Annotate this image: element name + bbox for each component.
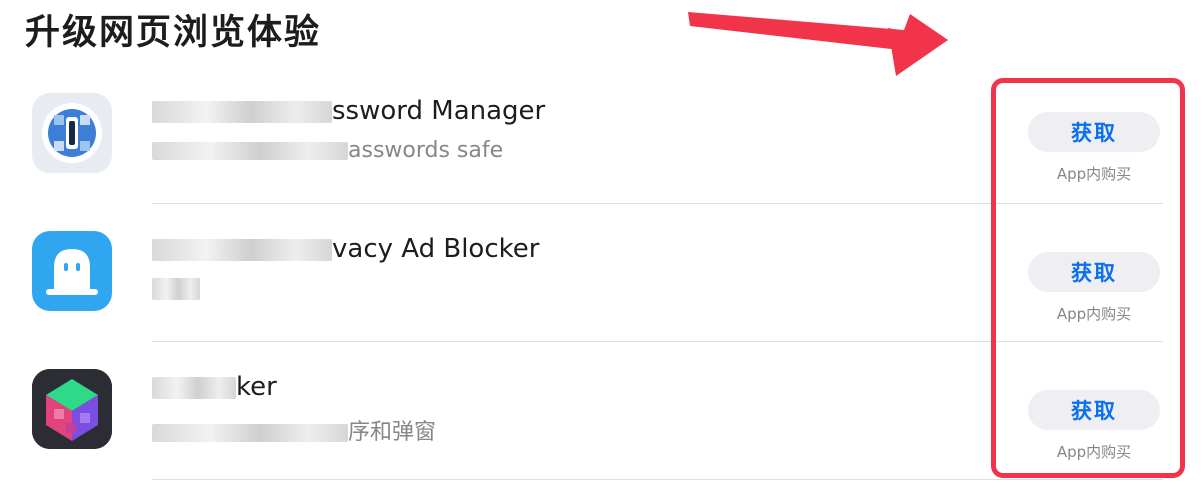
row-divider (152, 479, 1163, 480)
in-app-purchase-label: App内购买 (1056, 443, 1132, 461)
password-manager-app-icon[interactable] (32, 93, 112, 173)
redacted-text (152, 142, 348, 160)
redacted-text (152, 424, 348, 442)
app-name-text: ker (236, 372, 277, 402)
app-row[interactable]: vacy Ad Blocker 获取 App内购买 (0, 204, 1203, 342)
in-app-purchase-label: App内购买 (1056, 305, 1132, 323)
app-subtitle (152, 276, 200, 301)
redacted-text (152, 278, 200, 300)
app-subtitle: 序和弹窗 (152, 414, 436, 446)
app-subtitle: asswords safe (152, 138, 503, 163)
ghost-ad-blocker-app-icon[interactable] (32, 231, 112, 311)
app-subtitle-text: 序和弹窗 (348, 420, 437, 445)
app-row[interactable]: ker 序和弹窗 获取 App内购买 (0, 342, 1203, 480)
blocker-app-icon[interactable] (32, 369, 112, 449)
app-subtitle-text: asswords safe (348, 138, 504, 163)
get-button[interactable]: 获取 (1028, 390, 1160, 430)
app-name: ker (152, 372, 277, 402)
app-row[interactable]: ssword Manager asswords safe 获取 App内购买 (0, 66, 1203, 204)
app-name: ssword Manager (152, 96, 545, 126)
get-button[interactable]: 获取 (1028, 252, 1160, 292)
app-list: ssword Manager asswords safe 获取 App内购买 v… (0, 66, 1203, 480)
redacted-text (152, 376, 236, 399)
app-name: vacy Ad Blocker (152, 234, 539, 264)
get-button[interactable]: 获取 (1028, 112, 1160, 152)
app-name-text: vacy Ad Blocker (332, 234, 540, 264)
redacted-text (152, 100, 332, 123)
redacted-text (152, 238, 332, 261)
app-name-text: ssword Manager (332, 96, 546, 126)
in-app-purchase-label: App内购买 (1056, 165, 1132, 183)
section-title: 升级网页浏览体验 (25, 13, 322, 53)
app-store-page: 升级网页浏览体验 ssword Manager asswords safe 获取… (0, 0, 1203, 492)
